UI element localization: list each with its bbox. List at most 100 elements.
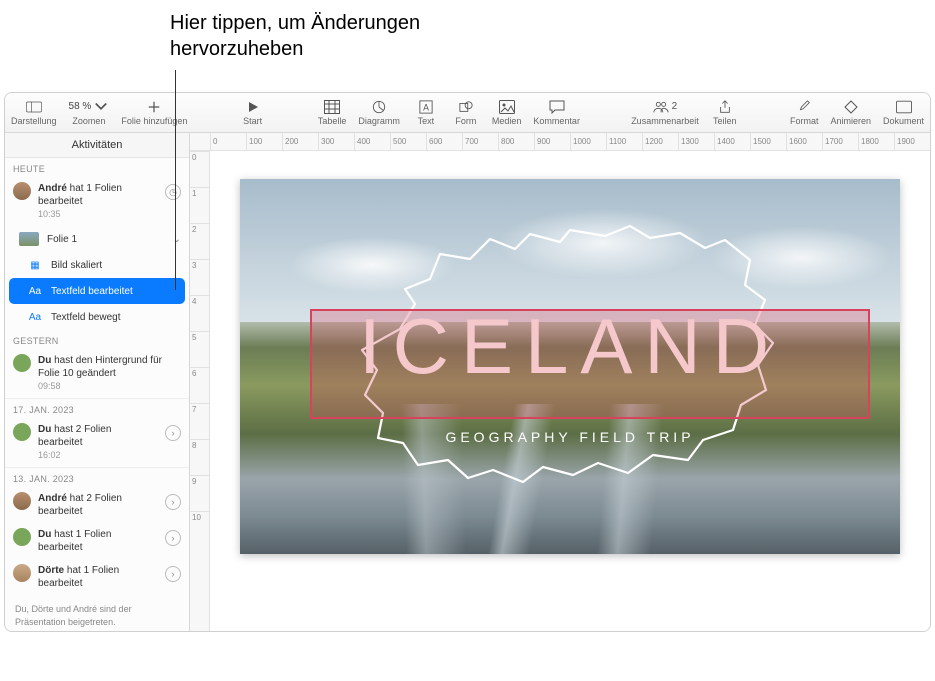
callout-line1: Hier tippen, um Änderungen [170,12,420,34]
slide[interactable]: ICELAND GEOGRAPHY FIELD TRIP [240,179,900,554]
change-textfield-moved[interactable]: Aa Textfeld bewegt [5,304,189,330]
info-badge-icon[interactable]: › [165,425,181,441]
section-today: HEUTE [5,158,189,177]
share-label: Teilen [713,116,737,126]
image-icon: ▦ [27,259,43,271]
activity-item-andre-2[interactable]: André hat 2 Folien bearbeitet › [5,487,189,523]
chart-icon [371,100,387,114]
svg-text:A: A [423,102,429,112]
share-icon [717,100,733,114]
shape-label: Form [455,116,476,126]
activity-item-you-bg[interactable]: Du hast den Hintergrund für Folie 10 geä… [5,349,189,398]
callout-annotation: Hier tippen, um Änderungen hervorzuheben [170,10,420,62]
activity-item-andre[interactable]: André hat 1 Folien bearbeitet 10:35 ◷ [5,177,189,226]
info-badge-icon[interactable]: › [165,566,181,582]
callout-leader-line [175,70,176,290]
joined-note: Du, Dörte und André sind der Präsentatio… [5,595,189,631]
activity-text: Dörte hat 1 Folien bearbeitet [38,564,158,590]
table-icon [324,100,340,114]
avatar [13,564,31,582]
text-icon: Aa [27,285,43,297]
canvas-area: 0100200300400500600700800900100011001200… [190,133,930,631]
slide-title[interactable]: ICELAND [240,301,900,392]
collab-count: 2 [672,101,678,112]
activity-text: Du hast 2 Folien bearbeitet 16:02 [38,423,158,462]
zoom-control[interactable]: 58 % Zoomen [63,97,116,129]
sidebar-icon [26,100,42,114]
add-slide-button[interactable]: Folie hinzufügen [115,97,193,129]
comment-icon [549,100,565,114]
activity-item-doerte[interactable]: Dörte hat 1 Folien bearbeitet › [5,559,189,595]
avatar [13,354,31,372]
chart-button[interactable]: Diagramm [352,97,406,129]
view-button[interactable]: Darstellung [5,97,63,129]
change-image-scaled[interactable]: ▦ Bild skaliert [5,252,189,278]
change-label: Bild skaliert [51,260,102,271]
activity-text: Du hast den Hintergrund für Folie 10 geä… [38,354,181,393]
slide-stage[interactable]: ICELAND GEOGRAPHY FIELD TRIP [210,151,930,631]
chart-label: Diagramm [358,116,400,126]
shape-button[interactable]: Form [446,97,486,129]
document-label: Dokument [883,116,924,126]
collab-label: Zusammenarbeit [631,116,699,126]
brush-icon [796,100,812,114]
callout-line2: hervorzuheben [170,38,303,60]
activity-text: André hat 1 Folien bearbeitet 10:35 [38,182,158,221]
activity-item-you-1[interactable]: Du hast 1 Folien bearbeitet › [5,523,189,559]
text-button[interactable]: A Text [406,97,446,129]
chevron-down-icon [93,100,109,114]
zoom-label: Zoomen [72,116,105,126]
collaborate-button[interactable]: 2 Zusammenarbeit [625,97,705,129]
activity-text: André hat 2 Folien bearbeitet [38,492,158,518]
media-button[interactable]: Medien [486,97,528,129]
slide-thumbnail [19,232,39,246]
activity-time: 09:58 [38,381,61,391]
plus-icon [146,100,162,114]
slide-subtitle[interactable]: GEOGRAPHY FIELD TRIP [240,429,900,445]
add-slide-label: Folie hinzufügen [121,116,187,126]
comment-label: Kommentar [533,116,580,126]
slide-label: Folie 1 [47,234,77,245]
view-label: Darstellung [11,116,57,126]
zoom-value: 58 % [69,100,110,114]
change-textfield-edited[interactable]: Aa Textfeld bearbeitet [9,278,185,304]
app-window: Darstellung 58 % Zoomen Folie hinzufügen… [4,92,931,632]
activity-item-you-2slides[interactable]: Du hast 2 Folien bearbeitet 16:02 › [5,418,189,467]
activity-text: Du hast 1 Folien bearbeitet [38,528,158,554]
text-icon: Aa [27,311,43,323]
change-label: Textfeld bewegt [51,312,121,323]
activity-time: 16:02 [38,450,61,460]
media-label: Medien [492,116,522,126]
toolbar: Darstellung 58 % Zoomen Folie hinzufügen… [5,93,930,133]
activity-time: 10:35 [38,209,61,219]
text-label: Text [418,116,435,126]
text-icon: A [418,100,434,114]
table-label: Tabelle [318,116,347,126]
avatar [13,182,31,200]
info-badge-icon[interactable]: › [165,494,181,510]
play-label: Start [243,116,262,126]
avatar [13,492,31,510]
format-label: Format [790,116,819,126]
chevron-down-icon: ⌄ [173,234,181,245]
animate-button[interactable]: Animieren [824,97,877,129]
document-icon [896,100,912,114]
comment-button[interactable]: Kommentar [527,97,586,129]
share-button[interactable]: Teilen [705,97,745,129]
media-icon [499,100,515,114]
document-button[interactable]: Dokument [877,97,930,129]
slide-expand-row[interactable]: Folie 1 ⌄ [5,226,189,252]
ruler-vertical: 012345678910 [190,151,210,631]
table-button[interactable]: Tabelle [312,97,353,129]
animate-label: Animieren [830,116,871,126]
diamond-icon [843,100,859,114]
people-icon [653,100,669,114]
play-button[interactable]: Start [233,97,273,129]
info-badge-icon[interactable]: › [165,530,181,546]
format-button[interactable]: Format [784,97,825,129]
change-label: Textfeld bearbeitet [51,286,133,297]
ruler-horizontal: 0100200300400500600700800900100011001200… [190,133,930,151]
avatar [13,423,31,441]
history-badge-icon[interactable]: ◷ [165,184,181,200]
section-jan13: 13. JAN. 2023 [5,467,189,487]
